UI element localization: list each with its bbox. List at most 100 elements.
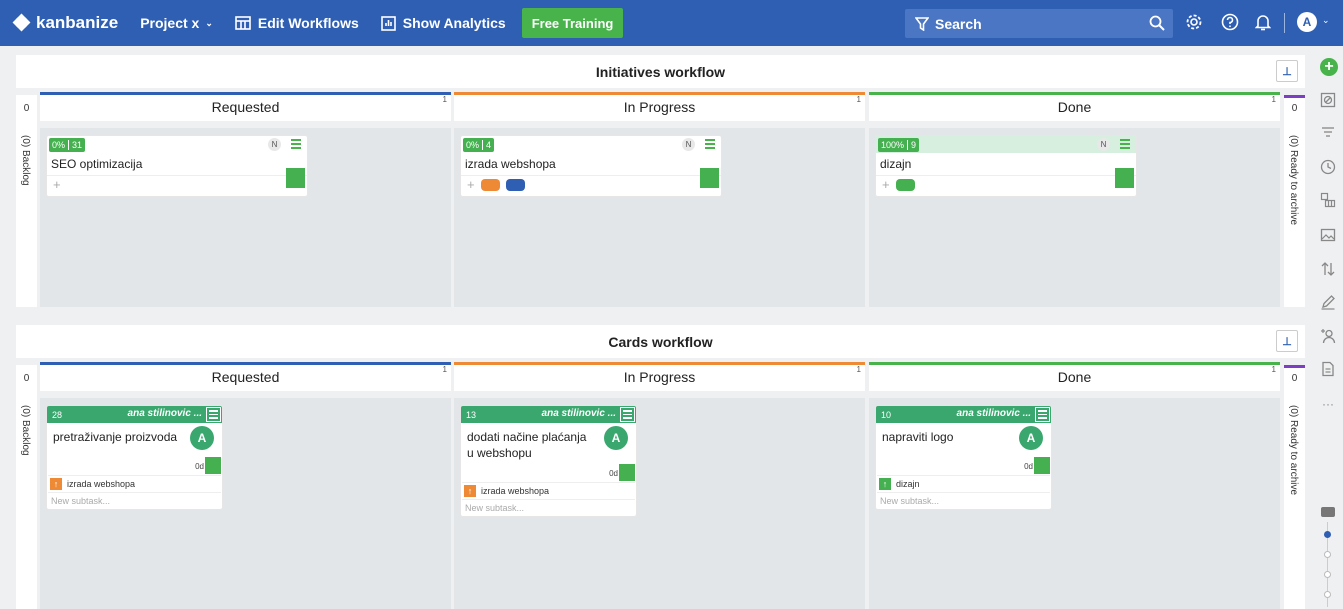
- card-menu-icon[interactable]: [1035, 407, 1050, 422]
- pin-icon[interactable]: ⊥: [1276, 60, 1298, 82]
- project-label: Project x: [140, 15, 200, 31]
- edit-workflows-button[interactable]: Edit Workflows: [235, 15, 359, 31]
- column-body-done[interactable]: 10 ana stilinovic ... napraviti logo A 0…: [869, 398, 1280, 609]
- help-icon[interactable]: [1221, 13, 1239, 31]
- ready-to-archive-column[interactable]: 0 (0) Ready to archive: [1284, 365, 1305, 609]
- card-menu-icon[interactable]: [291, 139, 301, 151]
- column-header-in-progress[interactable]: In Progress 1: [454, 92, 865, 121]
- sort-icon[interactable]: [1319, 260, 1337, 278]
- edit-icon[interactable]: [1319, 293, 1337, 311]
- child-card-chip[interactable]: [895, 178, 915, 191]
- backlog-column[interactable]: 0 (0) Backlog: [16, 95, 37, 307]
- column-color-bar: [869, 92, 1280, 95]
- clock-icon[interactable]: [1319, 158, 1337, 176]
- assignee-avatar[interactable]: A: [604, 426, 628, 450]
- initial-badge: N: [268, 138, 281, 151]
- archive-label: (0) Ready to archive: [1288, 405, 1299, 496]
- card-title[interactable]: SEO optimizacija: [47, 153, 307, 175]
- new-subtask-input[interactable]: New subtask...: [877, 492, 1050, 508]
- backlog-count: 0: [23, 373, 30, 384]
- workflow-title: Cards workflow: [608, 333, 713, 350]
- backlog-column[interactable]: 0 (0) Backlog: [16, 365, 37, 609]
- swimlane-icon[interactable]: [1319, 191, 1337, 209]
- progress-percent: 0%: [52, 139, 66, 150]
- parent-name: izrada webshopa: [67, 478, 136, 489]
- nav-dot[interactable]: [1324, 591, 1331, 598]
- user-menu-chevron-icon[interactable]: ⌄: [1322, 15, 1330, 26]
- initiative-card[interactable]: 100% 9 N dizajn +: [875, 135, 1137, 197]
- image-icon[interactable]: [1319, 226, 1337, 244]
- nav-dot[interactable]: [1324, 551, 1331, 558]
- column-body-requested[interactable]: 0% 31 N SEO optimizacija +: [40, 128, 451, 307]
- free-training-button[interactable]: Free Training: [521, 8, 624, 38]
- initiative-card[interactable]: 0% 4 N izrada webshopa +: [460, 135, 722, 197]
- column-header-requested[interactable]: Requested 1: [40, 92, 451, 121]
- parent-link[interactable]: ↑ izrada webshopa: [48, 475, 221, 491]
- add-link-icon[interactable]: +: [467, 177, 475, 192]
- column-header-done[interactable]: Done 1: [869, 92, 1280, 121]
- archive-icon[interactable]: [1319, 91, 1337, 109]
- assignee-avatar[interactable]: A: [190, 426, 214, 450]
- task-card[interactable]: 28 ana stilinovic ... pretraživanje proi…: [46, 405, 223, 510]
- archive-color-bar: [1284, 95, 1305, 98]
- backlog-label: (0) Backlog: [20, 135, 31, 186]
- logo-text: kanbanize: [36, 13, 119, 32]
- add-link-icon[interactable]: +: [882, 177, 890, 192]
- nav-dot-active[interactable]: [1324, 531, 1331, 538]
- card-menu-icon[interactable]: [1120, 139, 1130, 151]
- card-title[interactable]: dizajn: [876, 153, 1136, 175]
- card-menu-icon[interactable]: [206, 407, 221, 422]
- project-dropdown[interactable]: Project x ⌄: [140, 15, 213, 31]
- pin-icon[interactable]: ⊥: [1276, 330, 1298, 352]
- column-title: Requested: [211, 368, 280, 385]
- column-header-done[interactable]: Done 1: [869, 362, 1280, 391]
- card-header: 0% 31 N: [47, 136, 307, 153]
- card-id: 13: [466, 409, 477, 420]
- new-subtask-input[interactable]: New subtask...: [48, 492, 221, 508]
- parent-name: izrada webshopa: [481, 485, 550, 496]
- settings-gear-icon[interactable]: [1185, 13, 1203, 31]
- new-subtask-input[interactable]: New subtask...: [462, 499, 635, 515]
- wip-limit: 1: [1271, 365, 1276, 374]
- task-card[interactable]: 13 ana stilinovic ... dodati načine plać…: [460, 405, 637, 517]
- card-menu-icon[interactable]: [705, 139, 715, 151]
- more-options-icon[interactable]: ···: [1319, 395, 1337, 413]
- assignee-avatar[interactable]: A: [1019, 426, 1043, 450]
- card-id: 10: [881, 409, 892, 420]
- user-avatar[interactable]: A: [1297, 12, 1317, 32]
- minimap-icon[interactable]: [1321, 507, 1335, 517]
- initiative-card[interactable]: 0% 31 N SEO optimizacija +: [46, 135, 308, 197]
- add-user-icon[interactable]: [1319, 327, 1337, 345]
- add-link-icon[interactable]: +: [53, 177, 61, 192]
- initial-badge: N: [682, 138, 695, 151]
- column-title: In Progress: [623, 98, 696, 115]
- column-body-in-progress[interactable]: 13 ana stilinovic ... dodati načine plać…: [454, 398, 865, 609]
- child-card-chip[interactable]: [480, 178, 500, 191]
- column-body-in-progress[interactable]: 0% 4 N izrada webshopa +: [454, 128, 865, 307]
- card-title[interactable]: izrada webshopa: [461, 153, 721, 175]
- search-input[interactable]: Search: [905, 9, 1173, 38]
- show-analytics-button[interactable]: Show Analytics: [380, 15, 506, 31]
- parent-link[interactable]: ↑ izrada webshopa: [462, 482, 635, 498]
- archive-color-bar: [1284, 365, 1305, 368]
- task-card[interactable]: 10 ana stilinovic ... napraviti logo A 0…: [875, 405, 1052, 510]
- column-color-bar: [454, 92, 865, 95]
- column-body-done[interactable]: 100% 9 N dizajn +: [869, 128, 1280, 307]
- search-icon[interactable]: [1149, 15, 1165, 31]
- notifications-bell-icon[interactable]: [1255, 13, 1271, 31]
- ready-to-archive-column[interactable]: 0 (0) Ready to archive: [1284, 95, 1305, 307]
- document-icon[interactable]: [1319, 360, 1337, 378]
- child-card-chip[interactable]: [505, 178, 525, 191]
- status-block: [619, 464, 635, 481]
- card-id: 9: [911, 139, 917, 150]
- parent-link[interactable]: ↑ dizajn: [877, 475, 1050, 491]
- kanbanize-logo[interactable]: kanbanize: [12, 13, 119, 33]
- column-body-requested[interactable]: 28 ana stilinovic ... pretraživanje proi…: [40, 398, 451, 609]
- filter-icon[interactable]: [1319, 124, 1337, 142]
- nav-dot[interactable]: [1324, 571, 1331, 578]
- column-header-requested[interactable]: Requested 1: [40, 362, 451, 391]
- column-header-in-progress[interactable]: In Progress 1: [454, 362, 865, 391]
- card-menu-icon[interactable]: [620, 407, 635, 422]
- card-header: 10 ana stilinovic ...: [876, 406, 1051, 423]
- add-card-button[interactable]: +: [1320, 58, 1338, 76]
